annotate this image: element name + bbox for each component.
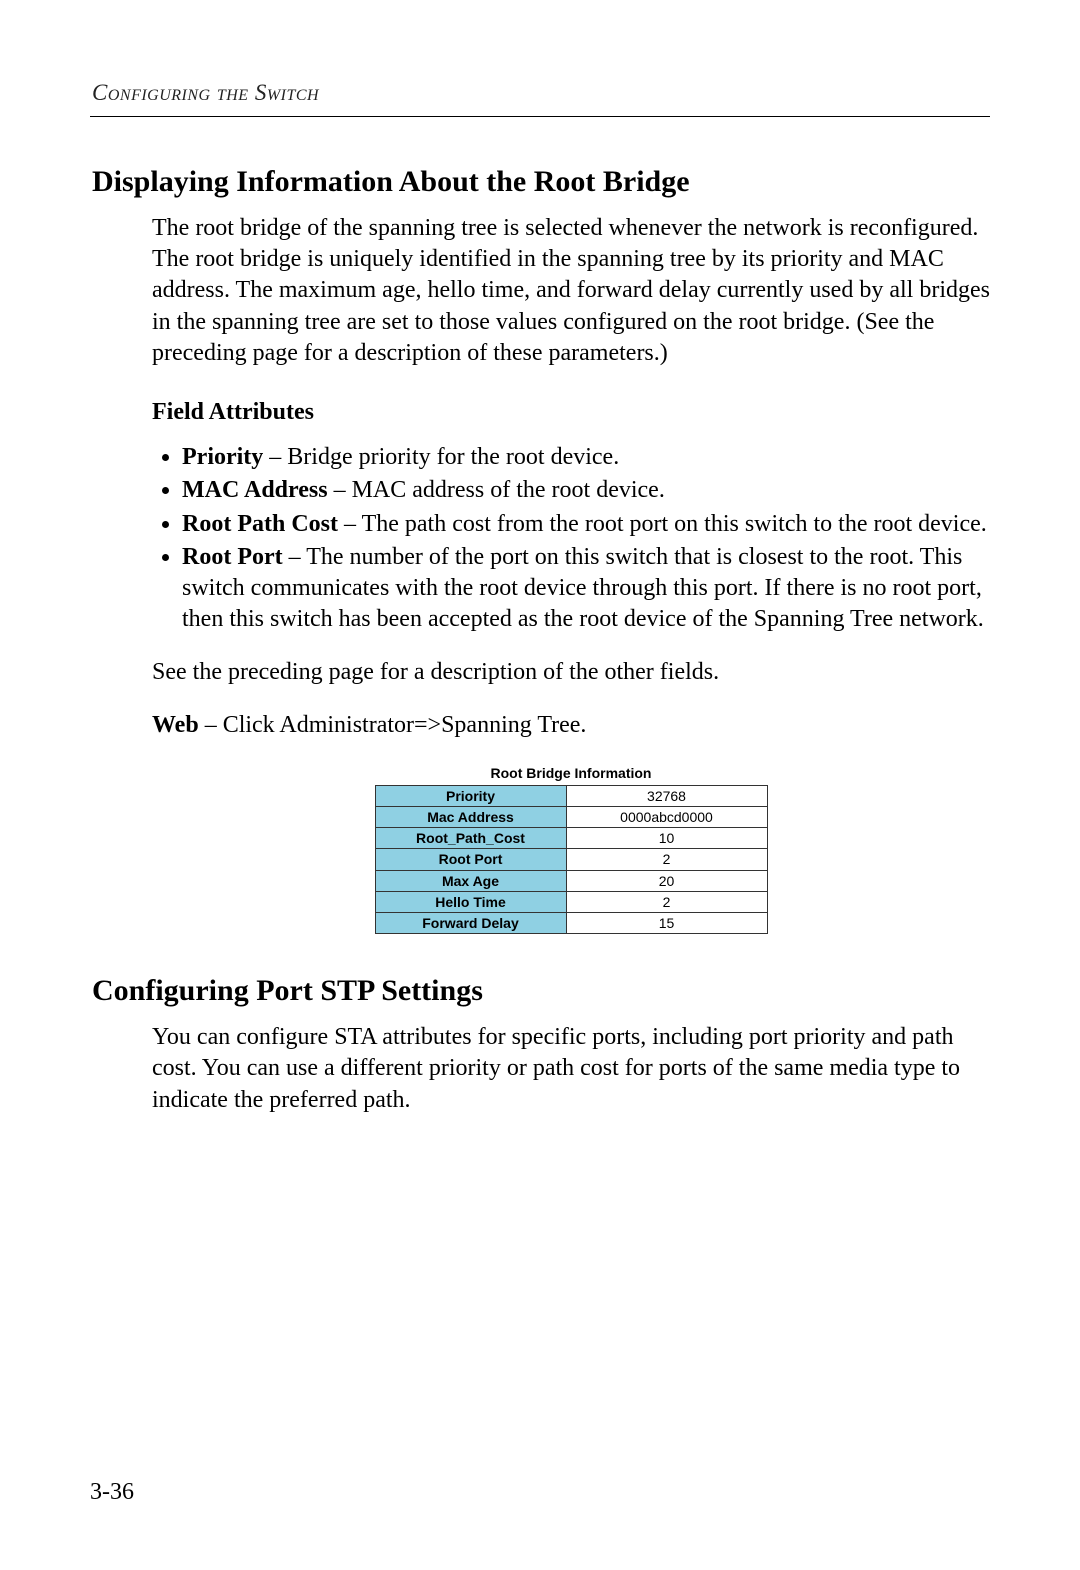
attr-desc: – MAC address of the root device. <box>328 477 665 503</box>
root-bridge-table-caption: Root Bridge Information <box>375 764 768 785</box>
table-row: Root Port 2 <box>375 849 767 870</box>
header-rule <box>90 116 990 117</box>
section2-body: You can configure STA attributes for spe… <box>152 1022 990 1116</box>
cell-val-maxage: 20 <box>566 870 767 891</box>
attr-term: Root Port <box>182 544 283 570</box>
table-row: Mac Address 0000abcd0000 <box>375 807 767 828</box>
table-row: Root_Path_Cost 10 <box>375 828 767 849</box>
page: Configuring the Switch Displaying Inform… <box>0 0 1080 1570</box>
cell-val-rootport: 2 <box>566 849 767 870</box>
cell-key-hello: Hello Time <box>375 891 566 912</box>
cell-val-rpc: 10 <box>566 828 767 849</box>
section-title-root-bridge: Displaying Information About the Root Br… <box>90 165 990 199</box>
cell-key-maxage: Max Age <box>375 870 566 891</box>
running-head: Configuring the Switch <box>90 80 990 106</box>
attr-term: Priority <box>182 444 263 470</box>
web-nav-line: Web – Click Administrator=>Spanning Tree… <box>152 710 990 741</box>
cell-key-rootport: Root Port <box>375 849 566 870</box>
table-row: Max Age 20 <box>375 870 767 891</box>
web-rest: – Click Administrator=>Spanning Tree. <box>199 712 587 738</box>
web-lead: Web <box>152 712 199 738</box>
cell-val-hello: 2 <box>566 891 767 912</box>
root-bridge-table-wrap: Root Bridge Information Priority 32768 M… <box>152 764 990 935</box>
cell-key-rpc: Root_Path_Cost <box>375 828 566 849</box>
see-preceding-note: See the preceding page for a description… <box>152 657 990 688</box>
table-row: Hello Time 2 <box>375 891 767 912</box>
field-attributes-heading: Field Attributes <box>152 397 990 428</box>
root-bridge-table: Root Bridge Information Priority 32768 M… <box>375 764 768 935</box>
cell-val-priority: 32768 <box>566 785 767 806</box>
cell-val-mac: 0000abcd0000 <box>566 807 767 828</box>
cell-key-mac: Mac Address <box>375 807 566 828</box>
attr-priority: Priority – Bridge priority for the root … <box>182 442 990 473</box>
table-row: Priority 32768 <box>375 785 767 806</box>
attr-mac-address: MAC Address – MAC address of the root de… <box>182 475 990 506</box>
attr-desc: – The number of the port on this switch … <box>182 544 984 632</box>
table-row: Forward Delay 15 <box>375 912 767 933</box>
attr-desc: – Bridge priority for the root device. <box>263 444 619 470</box>
attr-root-port: Root Port – The number of the port on th… <box>182 542 990 636</box>
attr-desc: – The path cost from the root port on th… <box>338 511 987 537</box>
attr-root-path-cost: Root Path Cost – The path cost from the … <box>182 509 990 540</box>
section1-body: The root bridge of the spanning tree is … <box>152 213 990 934</box>
cell-key-priority: Priority <box>375 785 566 806</box>
section-title-port-stp: Configuring Port STP Settings <box>90 974 990 1008</box>
page-number: 3-36 <box>90 1479 134 1506</box>
section2-intro: You can configure STA attributes for spe… <box>152 1022 990 1116</box>
attr-term: Root Path Cost <box>182 511 338 537</box>
section1-intro: The root bridge of the spanning tree is … <box>152 213 990 369</box>
cell-key-fwd: Forward Delay <box>375 912 566 933</box>
attr-term: MAC Address <box>182 477 328 503</box>
field-attributes-list: Priority – Bridge priority for the root … <box>152 442 990 635</box>
cell-val-fwd: 15 <box>566 912 767 933</box>
